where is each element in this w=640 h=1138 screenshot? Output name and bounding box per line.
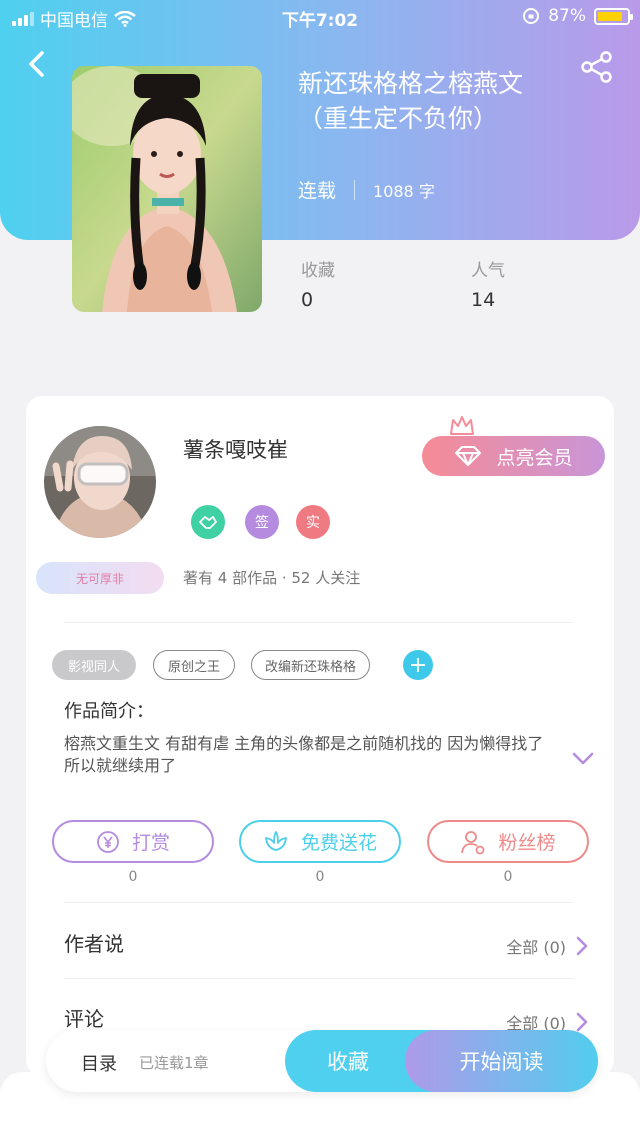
chapter-count: 已连载1章 <box>139 1054 209 1072</box>
tag-item[interactable]: 原创之王 <box>153 650 235 680</box>
status-bar: 中国电信 下午7:02 87% <box>0 0 640 34</box>
back-icon[interactable] <box>22 48 54 80</box>
stat-label: 人气 <box>471 261 505 281</box>
fan-title-badge: 无可厚非 <box>36 562 164 594</box>
divider <box>64 978 574 979</box>
author-notes-all-link[interactable]: 全部 (0) <box>506 934 588 958</box>
divider <box>64 622 574 623</box>
signed-badge[interactable]: 签 <box>245 505 279 539</box>
book-title-line2: （重生定不负你） <box>298 104 499 133</box>
fan-ranking-button[interactable]: 粉丝榜 <box>427 820 589 863</box>
add-tag-button[interactable]: + <box>403 650 433 680</box>
start-reading-label: 开始阅读 <box>459 1050 544 1074</box>
chevron-right-icon <box>576 1012 588 1032</box>
avatar[interactable] <box>44 426 156 538</box>
orientation-lock-icon <box>523 8 540 24</box>
fan-count: 0 <box>503 869 513 885</box>
cover-image <box>72 66 262 312</box>
serial-status: 连载 <box>298 180 337 202</box>
collect-label: 收藏 <box>327 1050 369 1074</box>
yen-icon <box>97 830 119 853</box>
member-button[interactable]: 点亮会员 <box>422 436 605 476</box>
author-level-badge[interactable] <box>191 505 225 539</box>
reward-button[interactable]: 打赏 <box>52 820 214 863</box>
battery-icon <box>594 7 633 25</box>
book-meta: 连载 1088 字 <box>298 176 435 203</box>
send-flower-label: 免费送花 <box>300 832 377 854</box>
crown-icon <box>450 416 474 435</box>
start-reading-button[interactable]: 开始阅读 <box>405 1030 598 1092</box>
reward-label: 打赏 <box>131 832 170 854</box>
tag-item[interactable]: 影视同人 <box>52 650 136 680</box>
author-notes-title: 作者说 <box>64 932 124 956</box>
tag-item[interactable]: 改编新还珠格格 <box>251 650 370 680</box>
word-count: 1088 字 <box>373 181 435 201</box>
book-title-line1: 新还珠格格之榕燕文 <box>298 69 524 98</box>
user-rank-icon <box>461 830 485 854</box>
avatar-image <box>44 426 156 538</box>
battery-level <box>598 11 623 21</box>
chevron-right-icon <box>576 936 588 956</box>
fan-ranking-label: 粉丝榜 <box>498 832 556 854</box>
toc-button[interactable]: 目录 <box>81 1050 117 1076</box>
divider <box>64 902 574 903</box>
intro-heading: 作品简介： <box>64 701 154 722</box>
author-name[interactable]: 薯条嘎吱崔 <box>183 434 288 464</box>
reward-count: 0 <box>128 869 138 885</box>
book-title: 新还珠格格之榕燕文 （重生定不负你） <box>298 66 598 136</box>
verified-badge[interactable]: 实 <box>296 505 330 539</box>
battery-percent: 87% <box>548 6 586 26</box>
status-right: 87% <box>522 6 633 26</box>
author-notes-all-label: 全部 (0) <box>506 938 566 957</box>
stat-popularity: 人气 14 <box>471 256 505 311</box>
chevron-down-icon[interactable] <box>572 752 594 766</box>
stat-value: 14 <box>471 289 496 311</box>
diamond-icon <box>455 446 482 466</box>
handshake-icon <box>199 516 217 529</box>
flower-count: 0 <box>315 869 325 885</box>
flower-icon <box>265 830 287 851</box>
stat-label: 收藏 <box>301 261 335 281</box>
stat-favorites: 收藏 0 <box>301 256 335 311</box>
comments-title: 评论 <box>64 1007 104 1031</box>
meta-divider <box>354 179 356 200</box>
author-stats: 著有 4 部作品 · 52 人关注 <box>183 569 361 587</box>
book-cover[interactable] <box>72 66 262 312</box>
intro-text: 榕燕文重生文 有甜有虐 主角的头像都是之前随机找的 因为懒得找了 所以就继续用了 <box>64 734 544 775</box>
send-flower-button[interactable]: 免费送花 <box>239 820 401 863</box>
plus-icon: + <box>408 652 428 678</box>
member-button-label: 点亮会员 <box>496 446 573 469</box>
stat-value: 0 <box>301 289 314 311</box>
